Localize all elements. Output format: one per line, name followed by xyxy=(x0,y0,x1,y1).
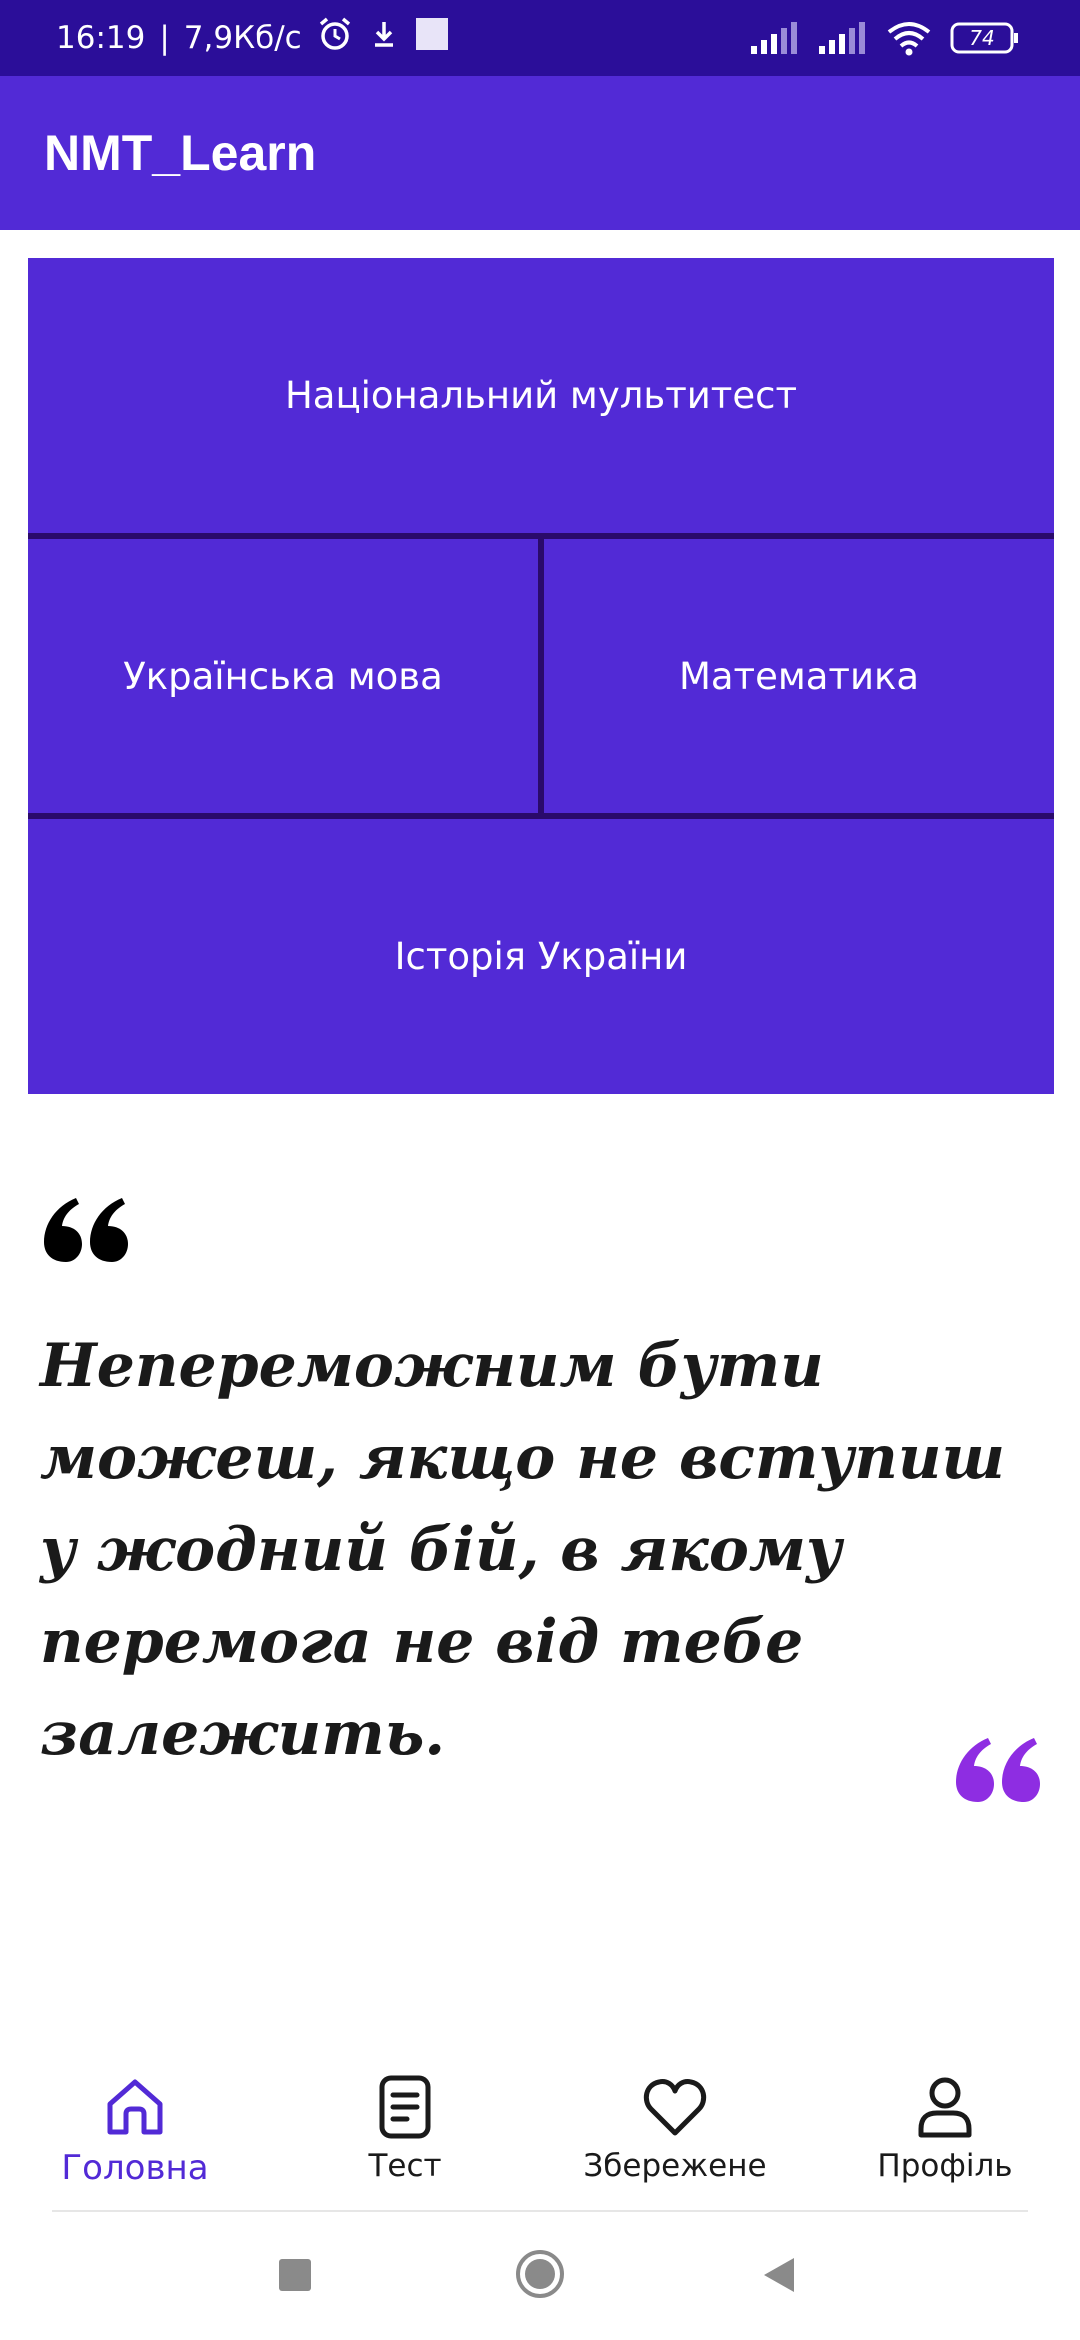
system-navigation-bar xyxy=(0,2212,1080,2340)
network-speed: 7,9Кб/с xyxy=(183,20,302,56)
nav-label: Збережене xyxy=(583,2148,767,2184)
subject-grid: Національний мультитест Українська мова … xyxy=(28,258,1054,1094)
home-icon xyxy=(104,2072,166,2142)
alarm-icon xyxy=(316,15,354,61)
status-time: 16:19 xyxy=(56,20,146,56)
back-button[interactable] xyxy=(760,2256,796,2298)
subject-label: Національний мультитест xyxy=(284,374,798,417)
bottom-navigation: Головна Тест Збережене Профіль xyxy=(0,2060,1080,2210)
subject-label: Математика xyxy=(678,654,920,698)
wifi-icon xyxy=(886,20,932,56)
subject-national-multitest-button[interactable]: Національний мультитест xyxy=(28,258,1054,533)
subject-ukrainian-language-button[interactable]: Українська мова xyxy=(28,539,538,813)
status-separator: | xyxy=(159,20,170,56)
notification-square-icon xyxy=(414,16,450,60)
signal-icon xyxy=(750,22,800,54)
nav-test[interactable]: Тест xyxy=(270,2060,540,2210)
subject-math-button[interactable]: Математика xyxy=(544,539,1054,813)
heart-icon xyxy=(643,2072,707,2142)
document-icon xyxy=(377,2072,433,2142)
subject-history-button[interactable]: Історія України xyxy=(28,819,1054,1094)
nav-label: Тест xyxy=(368,2148,442,2184)
subject-label: Українська мова xyxy=(123,654,443,698)
quote-text: Непереможним бути можеш, якщо не вступиш… xyxy=(40,1331,1006,1769)
nav-profile[interactable]: Профіль xyxy=(810,2060,1080,2210)
app-title: NMT_Learn xyxy=(44,125,317,181)
user-icon xyxy=(917,2072,973,2142)
home-system-button[interactable] xyxy=(514,2248,566,2304)
subject-label: Історія України xyxy=(394,935,688,978)
status-bar: 16:19 | 7,9Кб/с 74 xyxy=(0,0,1080,76)
nav-label: Профіль xyxy=(877,2148,1013,2184)
nav-home[interactable]: Головна xyxy=(0,2060,270,2210)
open-quote-icon xyxy=(42,1192,132,1262)
close-quote-icon xyxy=(954,1732,1044,1802)
battery-icon: 74 xyxy=(950,21,1020,55)
battery-level: 74 xyxy=(969,26,995,50)
signal-icon-2 xyxy=(818,22,868,54)
nav-saved[interactable]: Збережене xyxy=(540,2060,810,2210)
recent-apps-button[interactable] xyxy=(278,2258,312,2296)
status-right: 74 xyxy=(750,0,1020,76)
nav-label: Головна xyxy=(61,2148,209,2188)
download-icon xyxy=(368,18,400,58)
status-left: 16:19 | 7,9Кб/с xyxy=(56,0,450,76)
app-bar: NMT_Learn xyxy=(0,76,1080,230)
